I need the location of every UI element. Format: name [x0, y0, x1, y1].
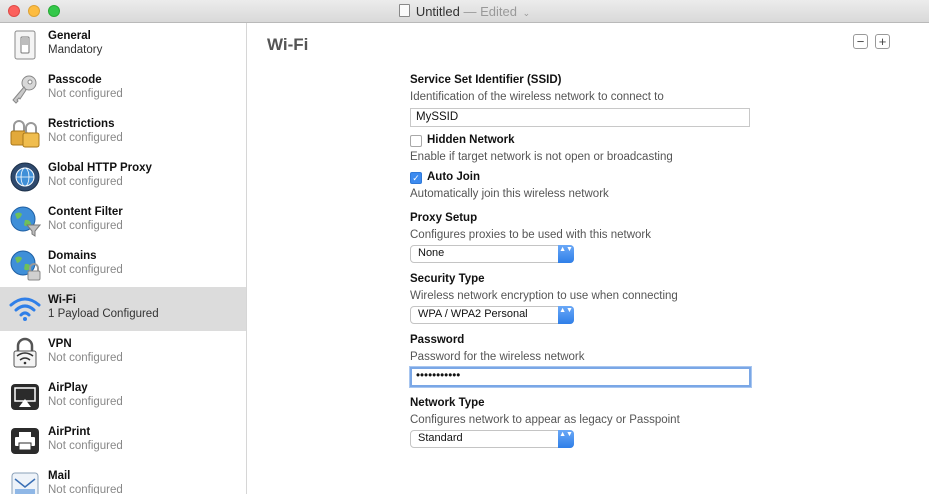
sidebar-item-mail[interactable]: Mail Not configured [0, 463, 246, 494]
globe-lock-icon [10, 250, 41, 281]
edited-status: — Edited [463, 4, 517, 19]
wifi-icon [9, 297, 41, 321]
proxy-setup-label: Proxy Setup [410, 212, 478, 224]
popup-arrows-icon: ▲▼ [558, 306, 574, 324]
sidebar-item-status: 1 Payload Configured [48, 308, 159, 320]
sidebar-item-status: Mandatory [48, 44, 103, 56]
ssid-description: Identification of the wireless network t… [410, 91, 664, 103]
page-title: Wi-Fi [267, 35, 309, 54]
sidebar-item-status: Not configured [48, 132, 123, 144]
wifi-settings-pane: Wi-Fi − + Service Set Identifier (SSID) … [247, 23, 929, 494]
hidden-network-label[interactable]: Hidden Network [427, 134, 515, 146]
security-type-description: Wireless network encryption to use when … [410, 290, 678, 302]
sidebar-item-status: Not configured [48, 484, 123, 494]
padlocks-icon [10, 120, 40, 148]
sidebar-item-name: VPN [48, 338, 72, 350]
security-type-select[interactable]: WPA / WPA2 Personal ▲▼ [410, 306, 574, 324]
popup-arrows-icon: ▲▼ [558, 245, 574, 263]
sidebar-item-name: Restrictions [48, 118, 115, 130]
sidebar-item-name: Wi-Fi [48, 294, 76, 306]
sidebar-item-status: Not configured [48, 88, 123, 100]
chevron-down-icon: ⌄ [522, 8, 531, 18]
sidebar-item-status: Not configured [48, 264, 123, 276]
sidebar-item-status: Not configured [48, 176, 123, 188]
sidebar-item-domains[interactable]: Domains Not configured [0, 243, 246, 287]
sidebar-item-global-http-proxy[interactable]: Global HTTP Proxy Not configured [0, 155, 246, 199]
sidebar-item-vpn[interactable]: VPN Not configured [0, 331, 246, 375]
sidebar-item-name: General [48, 30, 91, 42]
window-title-text: Untitled [415, 4, 460, 19]
sidebar-item-status: Not configured [48, 220, 123, 232]
sidebar-item-name: Domains [48, 250, 97, 262]
ssid-label: Service Set Identifier (SSID) [410, 74, 562, 86]
add-payload-button[interactable]: + [875, 34, 890, 49]
sidebar-item-restrictions[interactable]: Restrictions Not configured [0, 111, 246, 155]
globe-proxy-icon [10, 162, 40, 192]
sidebar-item-name: AirPlay [48, 382, 88, 394]
hidden-network-description: Enable if target network is not open or … [410, 151, 673, 163]
network-type-value: Standard [418, 432, 463, 444]
proxy-setup-value: None [418, 247, 445, 259]
payload-sidebar: General Mandatory Passcode Not configure… [0, 23, 247, 494]
sidebar-item-name: Global HTTP Proxy [48, 162, 152, 174]
popup-arrows-icon: ▲▼ [558, 430, 574, 448]
sidebar-item-content-filter[interactable]: Content Filter Not configured [0, 199, 246, 243]
network-type-description: Configures network to appear as legacy o… [410, 414, 680, 426]
sidebar-item-name: Mail [48, 470, 71, 482]
auto-join-label[interactable]: Auto Join [427, 171, 480, 183]
security-type-value: WPA / WPA2 Personal [418, 308, 528, 320]
sidebar-item-passcode[interactable]: Passcode Not configured [0, 67, 246, 111]
security-type-label: Security Type [410, 273, 485, 285]
mail-icon [11, 472, 39, 494]
auto-join-checkbox[interactable]: ✓ [410, 172, 422, 184]
auto-join-description: Automatically join this wireless network [410, 188, 609, 200]
sidebar-item-airplay[interactable]: AirPlay Not configured [0, 375, 246, 419]
sidebar-item-name: Passcode [48, 74, 102, 86]
password-label: Password [410, 334, 465, 346]
sidebar-item-general[interactable]: General Mandatory [0, 23, 246, 67]
switch-icon [14, 30, 36, 60]
window-title[interactable]: Untitled — Edited ⌄ [0, 4, 929, 19]
hidden-network-checkbox[interactable] [410, 135, 422, 147]
app-window: Untitled — Edited ⌄ General Mandatory Pa… [0, 0, 929, 494]
remove-payload-button[interactable]: − [853, 34, 868, 49]
password-input[interactable]: ••••••••••• [410, 367, 751, 387]
sidebar-item-airprint[interactable]: AirPrint Not configured [0, 419, 246, 463]
network-type-label: Network Type [410, 397, 485, 409]
sidebar-item-status: Not configured [48, 440, 123, 452]
sidebar-item-name: AirPrint [48, 426, 91, 438]
vpn-lock-icon [13, 337, 37, 368]
ssid-input[interactable]: MySSID [410, 108, 750, 127]
sidebar-item-status: Not configured [48, 396, 123, 408]
proxy-setup-description: Configures proxies to be used with this … [410, 229, 651, 241]
sidebar-item-name: Content Filter [48, 206, 123, 218]
printer-icon [11, 428, 39, 454]
sidebar-item-status: Not configured [48, 352, 123, 364]
network-type-select[interactable]: Standard ▲▼ [410, 430, 574, 448]
title-bar: Untitled — Edited ⌄ [0, 0, 929, 23]
password-description: Password for the wireless network [410, 351, 585, 363]
key-icon [12, 75, 37, 104]
airplay-icon [11, 384, 39, 410]
globe-filter-icon [10, 206, 41, 237]
proxy-setup-select[interactable]: None ▲▼ [410, 245, 574, 263]
sidebar-item-wifi[interactable]: Wi-Fi 1 Payload Configured [0, 287, 246, 331]
document-icon [398, 4, 410, 17]
